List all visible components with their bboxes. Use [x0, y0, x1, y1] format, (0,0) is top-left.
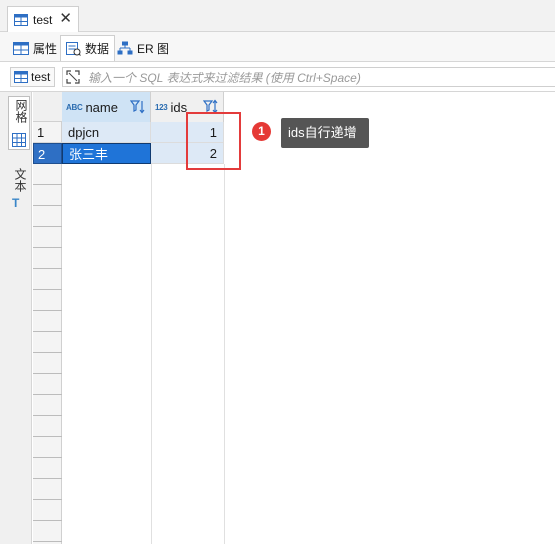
column-header-name-label: name — [85, 99, 118, 115]
tab-properties[interactable]: 属性 — [8, 35, 62, 61]
number-type-icon: 123 — [155, 102, 168, 112]
tab-data[interactable]: 数据 — [60, 35, 116, 61]
empty-row-marker — [33, 394, 62, 395]
text-view-button[interactable]: 文本 T — [10, 156, 30, 214]
empty-row-marker — [33, 226, 62, 227]
empty-row-marker — [33, 247, 62, 248]
results-grid: ABC name 123 ids 1 dpjcn 1 2 张三丰 2 — [33, 92, 555, 544]
row-number: 2 — [33, 143, 62, 164]
expand-icon[interactable] — [66, 70, 80, 84]
filter-input[interactable]: 输入一个 SQL 表达式来过滤结果 (使用 Ctrl+Space) — [62, 67, 555, 87]
subtab-bar: 属性 数据 ER 图 — [0, 32, 555, 62]
callout-badge: 1 — [252, 122, 271, 141]
filter-source-label: test — [31, 70, 51, 84]
filter-sort-icon[interactable] — [130, 99, 146, 115]
data-icon — [66, 41, 81, 56]
empty-row-marker — [33, 352, 62, 353]
filter-source-button[interactable]: test — [10, 67, 56, 87]
empty-row-marker — [33, 184, 62, 185]
empty-row-marker — [33, 520, 62, 521]
highlight-box — [186, 112, 241, 170]
grid-icon — [12, 133, 26, 147]
empty-row-marker — [33, 373, 62, 374]
empty-row-marker — [33, 310, 62, 311]
tab-er-diagram-label: ER 图 — [137, 41, 170, 56]
column-divider — [224, 164, 225, 544]
table-icon — [14, 13, 28, 26]
close-icon[interactable]: ✕ — [59, 11, 72, 27]
empty-row-marker — [33, 268, 62, 269]
filter-bar: test 输入一个 SQL 表达式来过滤结果 (使用 Ctrl+Space) — [0, 62, 555, 92]
text-view-label: 文本 — [13, 168, 27, 192]
empty-row-marker — [33, 415, 62, 416]
column-header-name[interactable]: ABC name — [62, 92, 151, 122]
callout-label: ids自行递增 — [281, 118, 369, 148]
table-icon — [14, 71, 28, 83]
column-divider — [151, 164, 152, 544]
empty-row-marker — [33, 289, 62, 290]
empty-row-marker — [33, 205, 62, 206]
editor-tab-strip: test ✕ — [0, 0, 555, 32]
editor-tab-test[interactable]: test ✕ — [7, 6, 79, 32]
grid-view-label: 网格 — [14, 99, 28, 123]
tab-properties-label: 属性 — [33, 41, 58, 56]
string-type-icon: ABC — [66, 102, 83, 112]
empty-row-marker — [33, 541, 62, 542]
empty-row-marker — [33, 499, 62, 500]
empty-row-marker — [33, 478, 62, 479]
tab-data-label: 数据 — [85, 42, 110, 56]
view-mode-panel: 网格 文本 T — [0, 92, 32, 544]
empty-row-marker — [33, 436, 62, 437]
text-icon: T — [12, 196, 20, 210]
editor-tab-label: test — [33, 12, 53, 27]
empty-row-marker — [33, 457, 62, 458]
empty-row-marker — [33, 331, 62, 332]
grid-view-button[interactable]: 网格 — [8, 96, 30, 150]
table-icon — [13, 41, 29, 55]
cell-name[interactable]: 张三丰 — [62, 143, 151, 164]
column-header-ids-label: ids — [170, 99, 188, 115]
cell-name[interactable]: dpjcn — [62, 122, 151, 143]
er-diagram-icon — [117, 41, 133, 55]
tab-er-diagram[interactable]: ER 图 — [112, 35, 174, 61]
row-number: 1 — [33, 122, 62, 143]
